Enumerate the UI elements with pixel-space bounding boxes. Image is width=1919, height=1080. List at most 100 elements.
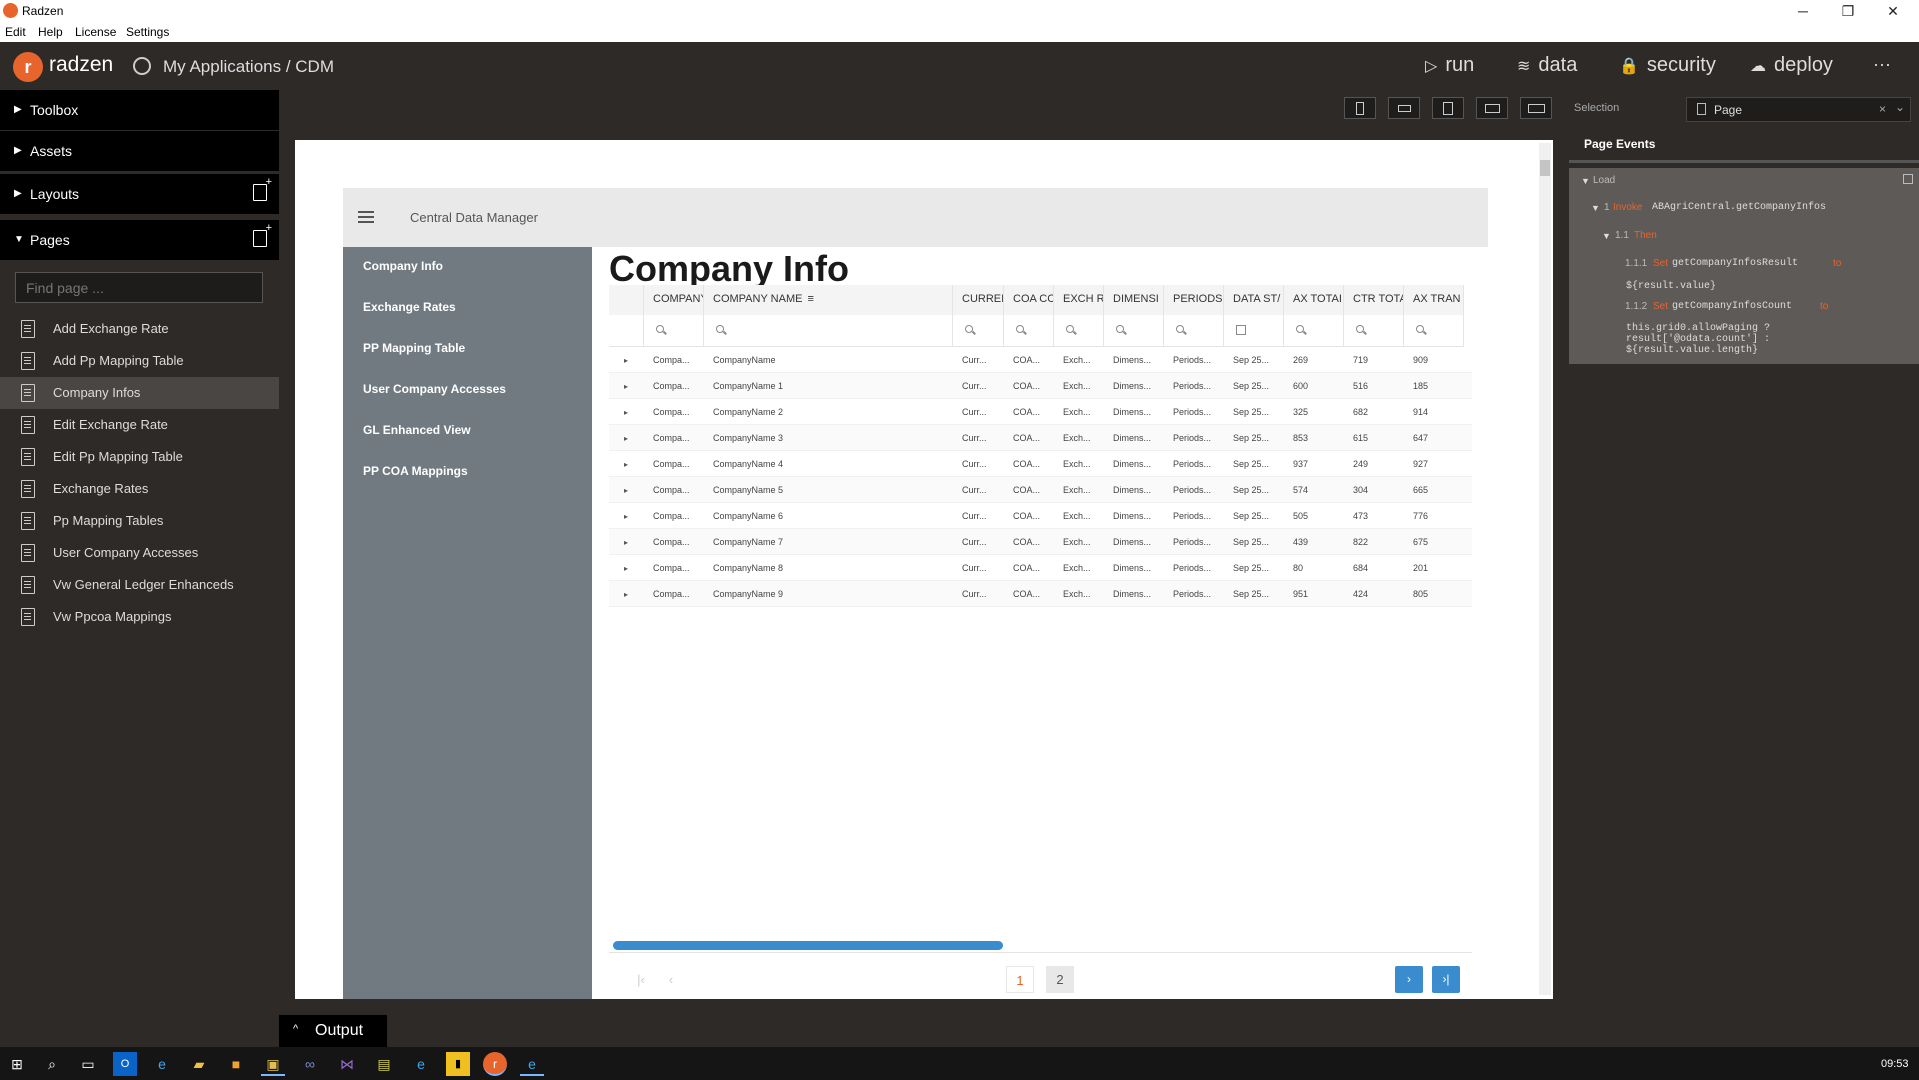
table-row[interactable]: ▸ Compa... CompanyName 9 Curr... COA... Exch.… bbox=[609, 581, 1472, 607]
nav-exchange-rates[interactable]: Exchange Rates bbox=[363, 300, 456, 314]
table-row[interactable]: ▸ Compa... CompanyName 7 Curr... COA... Exch.… bbox=[609, 529, 1472, 555]
grid-column-header[interactable]: COMPANY NAME ≡ bbox=[704, 285, 953, 315]
table-row[interactable]: ▸ Compa... CompanyName 2 Curr... COA... Exch.… bbox=[609, 399, 1472, 425]
row-expand-icon[interactable]: ▸ bbox=[624, 382, 628, 391]
page-list-item[interactable]: Edit Exchange Rate bbox=[0, 409, 279, 441]
table-row[interactable]: ▸ Compa... CompanyName 8 Curr... COA... Exch.… bbox=[609, 555, 1472, 581]
page-list-item[interactable]: Exchange Rates bbox=[0, 473, 279, 505]
grid-filter-cell[interactable] bbox=[1404, 315, 1464, 347]
radzen-taskbar-icon[interactable]: r bbox=[483, 1052, 507, 1076]
add-layout-icon[interactable] bbox=[253, 176, 272, 201]
row-expand-icon[interactable]: ▸ bbox=[624, 460, 628, 469]
section-toolbox[interactable]: ▶ Toolbox bbox=[0, 90, 279, 130]
windows-start-icon[interactable]: ⊞ bbox=[5, 1052, 29, 1076]
radzen-brand-icon[interactable]: r bbox=[13, 52, 43, 82]
table-row[interactable]: ▸ Compa... CompanyName 5 Curr... COA... Exch.… bbox=[609, 477, 1472, 503]
grid-filter-cell[interactable] bbox=[704, 315, 953, 347]
grid-column-header[interactable]: DIMENSI bbox=[1104, 285, 1164, 315]
page-list-item[interactable]: User Company Accesses bbox=[0, 537, 279, 569]
action-1-1-2-kind[interactable]: Set bbox=[1653, 301, 1668, 312]
section-layouts[interactable]: ▶ Layouts bbox=[0, 174, 279, 214]
grid-column-header[interactable]: EXCH R bbox=[1054, 285, 1104, 315]
canvas-scroll-thumb[interactable] bbox=[1540, 160, 1550, 176]
page-list-item[interactable]: Add Pp Mapping Table bbox=[0, 345, 279, 377]
table-row[interactable]: ▸ Compa... CompanyName Curr... COA... Exch...… bbox=[609, 347, 1472, 373]
app-icon[interactable]: ∞ bbox=[298, 1052, 322, 1076]
grid-column-header[interactable]: CURREI bbox=[953, 285, 1004, 315]
menu-settings[interactable]: Settings bbox=[126, 25, 169, 39]
menu-license[interactable]: License bbox=[75, 25, 116, 39]
pager-prev-button[interactable]: ‹ bbox=[657, 966, 685, 993]
chevron-down-icon[interactable]: ⌄ bbox=[1895, 100, 1905, 114]
grid-filter-cell[interactable] bbox=[1284, 315, 1344, 347]
grid-filter-cell[interactable] bbox=[1224, 315, 1284, 347]
action-1-kind[interactable]: Invoke bbox=[1613, 202, 1642, 213]
grid-filter-cell[interactable] bbox=[953, 315, 1004, 347]
clear-selection-icon[interactable]: × bbox=[1879, 102, 1886, 116]
restore-button[interactable]: ❐ bbox=[1828, 1, 1868, 21]
visual-studio-icon[interactable]: ⋈ bbox=[335, 1052, 359, 1076]
row-expand-icon[interactable]: ▸ bbox=[624, 590, 628, 599]
grid-filter-cell[interactable] bbox=[1104, 315, 1164, 347]
nav-user-company-accesses[interactable]: User Company Accesses bbox=[363, 382, 506, 396]
search-icon[interactable]: ⌕ bbox=[40, 1052, 64, 1076]
edit-event-icon[interactable] bbox=[1903, 174, 1913, 184]
section-assets[interactable]: ▶ Assets bbox=[0, 131, 279, 171]
table-row[interactable]: ▸ Compa... CompanyName 3 Curr... COA... Exch.… bbox=[609, 425, 1472, 451]
minimize-button[interactable]: ─ bbox=[1783, 1, 1823, 21]
grid-column-header[interactable]: AX TOTAI bbox=[1284, 285, 1344, 315]
add-page-icon[interactable] bbox=[253, 222, 272, 247]
table-row[interactable]: ▸ Compa... CompanyName 6 Curr... COA... Exch.… bbox=[609, 503, 1472, 529]
pager-page-2[interactable]: 2 bbox=[1046, 966, 1074, 993]
app-icon[interactable]: ▣ bbox=[261, 1052, 285, 1076]
row-expand-icon[interactable]: ▸ bbox=[624, 512, 628, 521]
nav-pp-mapping-table[interactable]: PP Mapping Table bbox=[363, 341, 465, 355]
menu-help[interactable]: Help bbox=[38, 25, 63, 39]
row-expand-icon[interactable]: ▸ bbox=[624, 434, 628, 443]
action-1-1-kind[interactable]: Then bbox=[1634, 230, 1657, 241]
grid-filter-cell[interactable] bbox=[644, 315, 704, 347]
brand-name[interactable]: radzen bbox=[49, 53, 113, 77]
device-phone-landscape-button[interactable] bbox=[1388, 97, 1420, 119]
page-list-item[interactable]: Edit Pp Mapping Table bbox=[0, 441, 279, 473]
pager-last-button[interactable]: ›| bbox=[1432, 966, 1460, 993]
page-list-item[interactable]: Vw General Ledger Enhanceds bbox=[0, 569, 279, 601]
pager-next-button[interactable]: › bbox=[1395, 966, 1423, 993]
internet-explorer-icon[interactable]: e bbox=[520, 1052, 544, 1076]
section-pages[interactable]: ▼ Pages bbox=[0, 220, 279, 260]
breadcrumb[interactable]: My Applications / CDM bbox=[163, 57, 334, 77]
grid-column-header[interactable]: DATA ST/ bbox=[1224, 285, 1284, 315]
canvas-vertical-scrollbar[interactable] bbox=[1539, 143, 1551, 995]
grid-column-header[interactable]: PERIODS bbox=[1164, 285, 1224, 315]
grid-horizontal-scrollbar[interactable] bbox=[613, 941, 1003, 950]
nav-company-info[interactable]: Company Info bbox=[363, 259, 443, 273]
deploy-button[interactable]: ☁ deploy bbox=[1750, 54, 1833, 77]
page-list-item[interactable]: Add Exchange Rate bbox=[0, 313, 279, 345]
grid-filter-cell[interactable] bbox=[1004, 315, 1054, 347]
action-1-1-1-kind[interactable]: Set bbox=[1653, 258, 1668, 269]
pager-first-button[interactable]: |‹ bbox=[627, 966, 655, 993]
sort-icon[interactable]: ≡ bbox=[807, 293, 813, 305]
pager-page-1[interactable]: 1 bbox=[1006, 966, 1034, 993]
event-load[interactable]: Load bbox=[1593, 175, 1615, 186]
row-expand-icon[interactable]: ▸ bbox=[624, 356, 628, 365]
nav-pp-coa-mappings[interactable]: PP COA Mappings bbox=[363, 464, 468, 478]
device-tablet-landscape-button[interactable] bbox=[1476, 97, 1508, 119]
grid-filter-cell[interactable] bbox=[1054, 315, 1104, 347]
hamburger-menu-icon[interactable] bbox=[358, 211, 374, 213]
page-list-item[interactable]: Company Infos bbox=[0, 377, 279, 409]
notepad-icon[interactable]: ▤ bbox=[372, 1052, 396, 1076]
app-icon[interactable]: ■ bbox=[224, 1052, 248, 1076]
internet-explorer-icon[interactable]: e bbox=[409, 1052, 433, 1076]
outlook-icon[interactable]: O bbox=[113, 1052, 137, 1076]
selection-dropdown[interactable]: Page × ⌄ bbox=[1686, 97, 1911, 122]
more-menu-button[interactable]: ··· bbox=[1873, 54, 1891, 75]
grid-column-header[interactable]: CTR TOTA bbox=[1344, 285, 1404, 315]
security-button[interactable]: 🔒 security bbox=[1619, 54, 1716, 77]
run-button[interactable]: ▷ run bbox=[1425, 54, 1474, 77]
page-list-item[interactable]: Pp Mapping Tables bbox=[0, 505, 279, 537]
grid-column-header[interactable]: COMPANY bbox=[644, 285, 704, 315]
power-bi-icon[interactable]: ▮ bbox=[446, 1052, 470, 1076]
row-expand-icon[interactable]: ▸ bbox=[624, 486, 628, 495]
device-phone-portrait-button[interactable] bbox=[1344, 97, 1376, 119]
